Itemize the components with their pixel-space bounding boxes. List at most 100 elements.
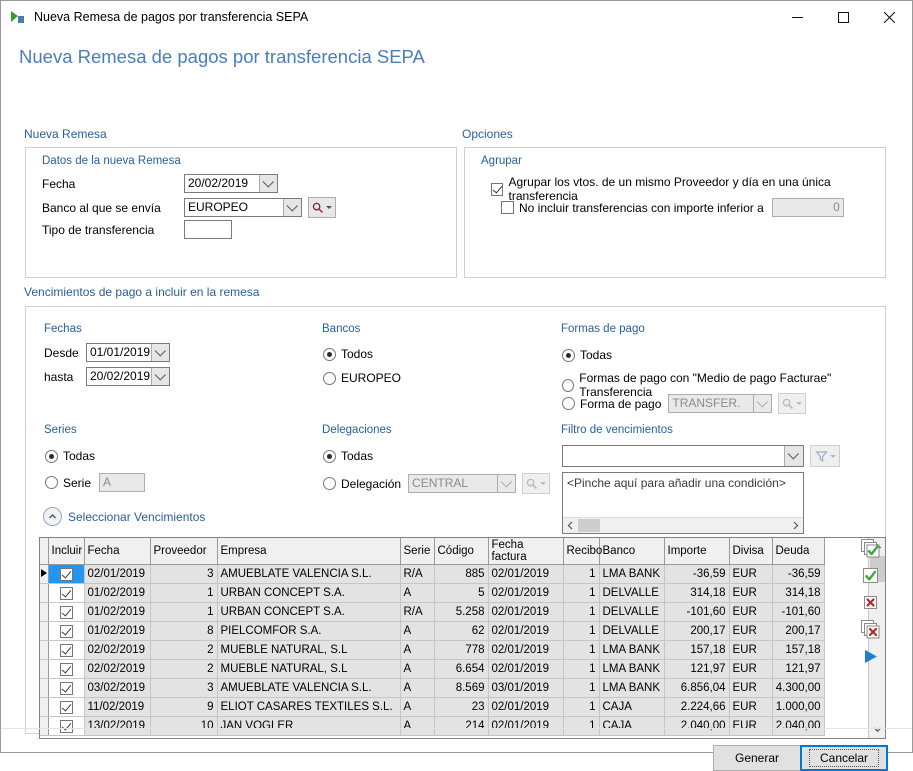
series-todas-row[interactable]: Todas	[45, 449, 95, 463]
incluir-cell[interactable]	[48, 698, 84, 717]
table-row[interactable]: 02/02/20192MUEBLE NATURAL, S.LA77802/01/…	[40, 641, 824, 660]
chevron-down-icon[interactable]	[151, 368, 169, 385]
col-banco[interactable]: Banco	[599, 538, 664, 565]
incluir-checkbox[interactable]	[60, 720, 73, 733]
delegaciones-todas-row[interactable]: Todas	[323, 449, 373, 463]
row-indicator[interactable]	[40, 660, 48, 679]
col-recibo[interactable]: Recibo	[563, 538, 599, 565]
series-serie-radio[interactable]	[45, 476, 58, 489]
col-fecha[interactable]: Fecha	[84, 538, 150, 565]
scroll-right-icon[interactable]	[791, 519, 800, 533]
col-deuda[interactable]: Deuda	[772, 538, 824, 565]
forma-pago-combo[interactable]: TRANSFER.	[668, 394, 772, 413]
row-indicator[interactable]	[40, 679, 48, 698]
check-one-icon[interactable]	[861, 566, 880, 585]
incluir-checkbox[interactable]	[60, 663, 73, 676]
incluir-checkbox[interactable]	[60, 644, 73, 657]
banco-lookup-button[interactable]	[308, 197, 336, 218]
forma-pago-lookup-button[interactable]	[778, 393, 806, 414]
fecha-date-field[interactable]: 20/02/2019	[184, 174, 278, 193]
table-row[interactable]: 02/02/20192MUEBLE NATURAL, S.LA6.65402/0…	[40, 660, 824, 679]
table-row[interactable]: 03/02/20193AMUEBLATE VALENCIA S.L.A8.569…	[40, 679, 824, 698]
filtro-memo-hscrollbar[interactable]	[563, 517, 803, 533]
incluir-checkbox[interactable]	[60, 682, 73, 695]
chevron-down-icon[interactable]	[151, 344, 169, 361]
col-fecha-factura[interactable]: Fecha factura	[488, 538, 563, 565]
vencimientos-grid[interactable]: Incluir Fecha Proveedor Empresa Serie Có…	[39, 537, 886, 739]
incluir-checkbox[interactable]	[60, 568, 73, 581]
delegacion-lookup-button[interactable]	[522, 473, 550, 494]
formas-forma-radio[interactable]	[562, 397, 575, 410]
chevron-down-icon[interactable]	[753, 395, 771, 412]
chevron-down-icon[interactable]	[259, 175, 277, 192]
generar-button[interactable]: Generar	[713, 745, 801, 771]
row-indicator[interactable]	[40, 641, 48, 660]
incluir-checkbox[interactable]	[60, 587, 73, 600]
incluir-cell[interactable]	[48, 584, 84, 603]
chevron-down-icon[interactable]	[784, 446, 803, 466]
formas-todas-radio[interactable]	[562, 349, 575, 362]
formas-forma-row[interactable]: Forma de pago TRANSFER.	[562, 393, 806, 414]
tipo-transferencia-input[interactable]	[184, 220, 232, 239]
formas-todas-row[interactable]: Todas	[562, 348, 612, 362]
col-incluir[interactable]: Incluir	[48, 538, 84, 565]
cancelar-button[interactable]: Cancelar	[800, 745, 888, 771]
series-todas-radio[interactable]	[45, 450, 58, 463]
delegaciones-todas-radio[interactable]	[323, 450, 336, 463]
incluir-checkbox[interactable]	[60, 625, 73, 638]
col-serie[interactable]: Serie	[400, 538, 434, 565]
table-row[interactable]: 11/02/20199ELIOT CASARES TEXTILES S.L.A2…	[40, 698, 824, 717]
table-row[interactable]: 13/02/201910JAN VOGLERA21402/01/20191CAJ…	[40, 717, 824, 736]
row-indicator[interactable]	[40, 603, 48, 622]
incluir-cell[interactable]	[48, 603, 84, 622]
scroll-left-icon[interactable]	[566, 519, 575, 533]
col-codigo[interactable]: Código	[434, 538, 488, 565]
chevron-down-icon[interactable]	[497, 475, 515, 492]
bancos-europeo-radio[interactable]	[323, 372, 336, 385]
incluir-cell[interactable]	[48, 660, 84, 679]
table-row[interactable]: 01/02/20198PIELCOMFOR S.A.A6202/01/20191…	[40, 622, 824, 641]
incluir-cell[interactable]	[48, 565, 84, 584]
row-indicator[interactable]	[40, 717, 48, 736]
table-row[interactable]: 01/02/20191URBAN CONCEPT S.A.A502/01/201…	[40, 584, 824, 603]
no-incluir-checkbox[interactable]	[501, 201, 514, 214]
filtro-funnel-button[interactable]	[810, 445, 840, 467]
chevron-down-icon[interactable]	[283, 199, 301, 216]
seleccionar-vencimientos-toggle[interactable]: Seleccionar Vencimientos	[43, 507, 205, 526]
hasta-date-field[interactable]: 20/02/2019	[86, 367, 170, 386]
series-serie-row[interactable]: Serie A	[45, 473, 145, 492]
maximize-icon[interactable]	[820, 1, 866, 33]
scroll-down-icon[interactable]	[869, 721, 886, 738]
uncheck-all-icon[interactable]	[861, 620, 880, 639]
incluir-cell[interactable]	[48, 717, 84, 736]
uncheck-one-icon[interactable]	[861, 593, 880, 612]
table-row[interactable]: 02/01/20193AMUEBLATE VALENCIA S.L.R/A885…	[40, 565, 824, 584]
no-incluir-row[interactable]: No incluir transferencias con importe in…	[501, 198, 844, 217]
row-indicator[interactable]	[40, 584, 48, 603]
agrupar-checkbox[interactable]	[491, 183, 503, 196]
close-icon[interactable]	[866, 1, 912, 33]
hscroll-thumb[interactable]	[578, 519, 600, 532]
minimize-icon[interactable]	[774, 1, 820, 33]
incluir-cell[interactable]	[48, 679, 84, 698]
incluir-checkbox[interactable]	[60, 701, 73, 714]
bancos-todos-radio[interactable]	[323, 348, 336, 361]
no-incluir-importe-input[interactable]: 0	[772, 198, 844, 217]
desde-date-field[interactable]: 01/01/2019	[86, 343, 170, 362]
table-row[interactable]: 01/02/20191URBAN CONCEPT S.A.R/A5.25802/…	[40, 603, 824, 622]
serie-input[interactable]: A	[99, 473, 145, 492]
delegaciones-delegacion-row[interactable]: Delegación CENTRAL	[323, 473, 550, 494]
col-empresa[interactable]: Empresa	[217, 538, 400, 565]
formas-facturae-radio[interactable]	[562, 379, 574, 392]
bancos-europeo-row[interactable]: EUROPEO	[323, 371, 401, 385]
incluir-cell[interactable]	[48, 622, 84, 641]
row-indicator[interactable]	[40, 622, 48, 641]
banco-combo[interactable]: EUROPEO	[184, 198, 302, 217]
check-all-icon[interactable]	[861, 539, 880, 558]
col-divisa[interactable]: Divisa	[729, 538, 772, 565]
row-indicator[interactable]	[40, 565, 48, 584]
incluir-cell[interactable]	[48, 641, 84, 660]
row-indicator[interactable]	[40, 698, 48, 717]
chevron-up-circle-icon[interactable]	[43, 507, 62, 526]
delegacion-combo[interactable]: CENTRAL	[408, 474, 516, 493]
